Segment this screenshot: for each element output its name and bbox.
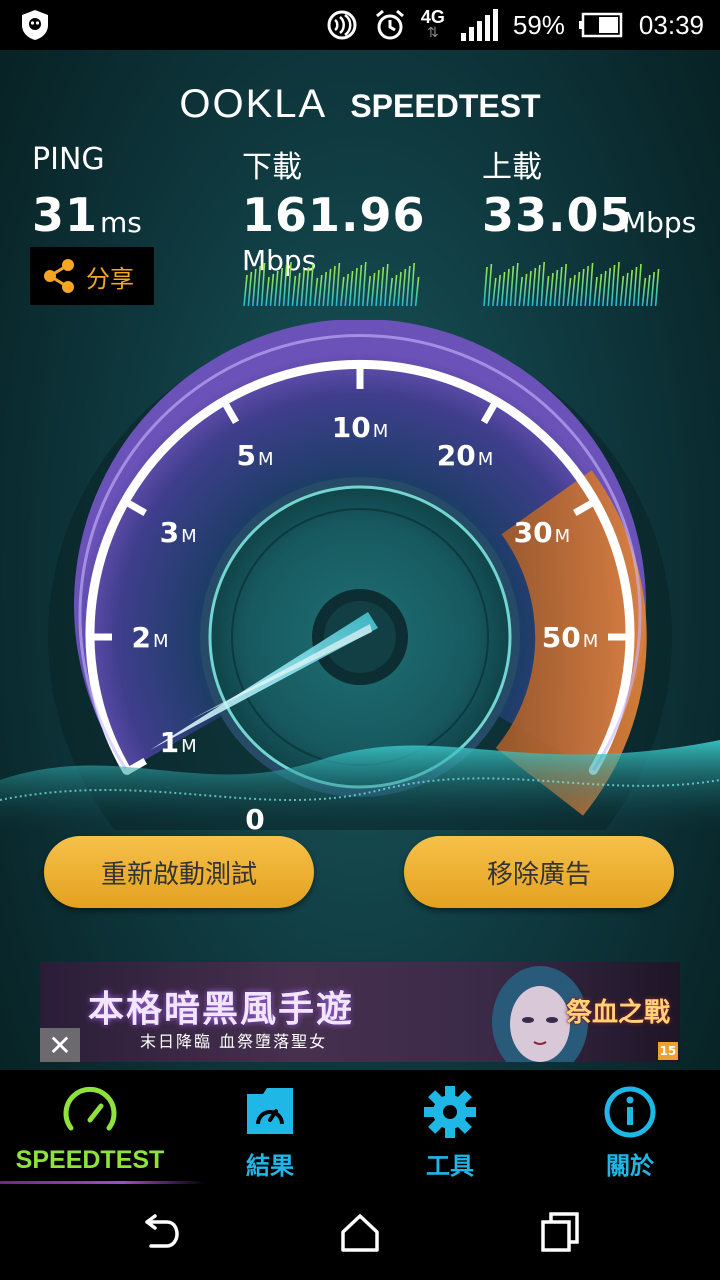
- ping-label: PING: [32, 142, 105, 177]
- restart-test-button[interactable]: 重新啟動測試: [44, 836, 314, 908]
- system-navigation-bar: [0, 1186, 720, 1280]
- nav-tools[interactable]: 工具: [360, 1070, 540, 1186]
- info-icon: [604, 1086, 656, 1138]
- nfc-icon: [327, 10, 357, 40]
- upload-graph: [483, 261, 660, 306]
- download-value: 161.96: [242, 188, 426, 242]
- speed-gauge: 01 M2 M3 M5 M10 M20 M30 M50 M: [0, 320, 720, 830]
- back-icon[interactable]: [135, 1208, 185, 1258]
- close-icon: ✕: [48, 1028, 72, 1062]
- speedometer-icon: [63, 1086, 117, 1131]
- ad-title: 本格暗黑風手遊: [88, 988, 355, 1030]
- home-icon[interactable]: [335, 1208, 385, 1258]
- alarm-icon: [375, 9, 404, 40]
- share-icon: [44, 259, 74, 293]
- speedtest-app: 4G ⇅ 59% 03:39 OOKLA SPEEDTEST PING 31 m…: [0, 0, 720, 1280]
- gear-icon: [424, 1086, 476, 1138]
- upload-unit: Mbps: [622, 206, 697, 239]
- share-button[interactable]: 分享: [30, 247, 154, 305]
- active-tab-indicator: [0, 1181, 205, 1184]
- recent-apps-icon[interactable]: [535, 1208, 585, 1258]
- clock: 03:39: [638, 9, 704, 40]
- ad-game-logo: 祭血之戰: [565, 998, 670, 1028]
- nav-about[interactable]: 關於: [540, 1070, 720, 1186]
- app-logo: OOKLA SPEEDTEST: [0, 82, 720, 127]
- nav-speedtest-label: SPEEDTEST: [15, 1146, 165, 1174]
- nav-results[interactable]: 結果: [180, 1070, 360, 1186]
- bottom-navigation: SPEEDTEST 結果 工具 關於: [0, 1070, 720, 1186]
- speedtest-logo: SPEEDTEST: [350, 88, 541, 124]
- status-bar: 4G ⇅ 59% 03:39: [0, 0, 720, 50]
- battery-icon: [578, 12, 623, 38]
- remove-ads-button[interactable]: 移除廣告: [404, 836, 674, 908]
- nav-speedtest[interactable]: SPEEDTEST: [0, 1070, 205, 1186]
- ping-unit: ms: [100, 206, 142, 239]
- ad-rating-badge: 15: [658, 1042, 678, 1060]
- ad-banner[interactable]: 本格暗黑風手遊 末日降臨 血祭墮落聖女 祭血之戰 15 ✕: [40, 962, 680, 1062]
- results-folder-icon: [247, 1088, 293, 1134]
- nav-about-label: 關於: [606, 1152, 654, 1180]
- upload-value: 33.05: [482, 188, 633, 242]
- upload-label: 上載: [482, 150, 542, 185]
- download-label: 下載: [242, 150, 302, 185]
- nav-tools-label: 工具: [426, 1152, 474, 1180]
- ad-subtitle: 末日降臨 血祭墮落聖女: [140, 1032, 328, 1051]
- gauge-tick-label: 0: [245, 803, 264, 830]
- ping-value: 31: [32, 188, 99, 242]
- security-app-icon: [22, 10, 48, 40]
- ad-close-button[interactable]: ✕: [40, 1028, 80, 1062]
- nav-results-label: 結果: [246, 1152, 294, 1180]
- network-type-icon: 4G ⇅: [420, 7, 445, 41]
- share-label: 分享: [86, 264, 134, 293]
- ookla-logo: OOKLA: [179, 82, 328, 126]
- signal-icon: [460, 9, 498, 41]
- download-graph: [243, 261, 420, 306]
- battery-percent: 59%: [512, 9, 565, 40]
